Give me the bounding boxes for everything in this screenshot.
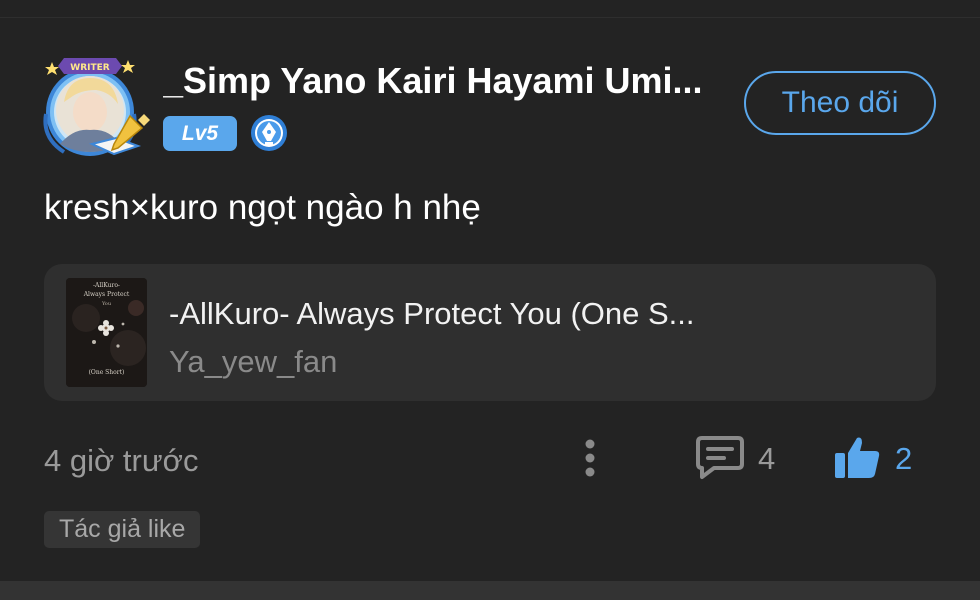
story-card[interactable]: -AllKuro- Always Protect You (One Short)… bbox=[44, 264, 936, 401]
story-cover-line: (One Short) bbox=[88, 369, 125, 376]
story-title: -AllKuro- Always Protect You (One S... bbox=[169, 296, 695, 331]
author-like-tag: Tác giả like bbox=[44, 511, 201, 548]
story-author: Ya_yew_fan bbox=[169, 344, 338, 379]
avatar[interactable]: WRITER bbox=[34, 52, 152, 160]
post-timestamp: 4 giờ trước bbox=[44, 443, 199, 478]
story-cover-line: -AllKuro- bbox=[93, 282, 120, 289]
comment-count: 4 bbox=[758, 441, 776, 476]
like-count: 2 bbox=[895, 441, 913, 476]
like-button[interactable]: 2 bbox=[833, 432, 933, 482]
top-divider bbox=[0, 0, 980, 18]
writer-label: WRITER bbox=[70, 63, 109, 73]
story-cover-line: You bbox=[101, 301, 112, 307]
username[interactable]: _Simp Yano Kairi Hayami Umi... bbox=[163, 60, 703, 102]
more-options-button[interactable] bbox=[576, 436, 604, 480]
level-badge: Lv5 bbox=[163, 116, 237, 151]
post-text: kresh×kuro ngọt ngào h nhẹ bbox=[44, 188, 481, 227]
writer-frame-icon: WRITER bbox=[43, 58, 150, 156]
comment-icon bbox=[694, 434, 746, 480]
comment-button[interactable]: 4 bbox=[694, 432, 788, 482]
bottom-divider bbox=[0, 581, 980, 600]
follow-button[interactable]: Theo dõi bbox=[744, 71, 936, 135]
more-vertical-icon bbox=[585, 439, 595, 477]
story-cover-line: Always Protect bbox=[83, 291, 130, 298]
pen-nib-badge-icon bbox=[250, 114, 288, 152]
story-cover: -AllKuro- Always Protect You (One Short) bbox=[66, 278, 147, 387]
thumbs-up-icon bbox=[833, 434, 881, 480]
